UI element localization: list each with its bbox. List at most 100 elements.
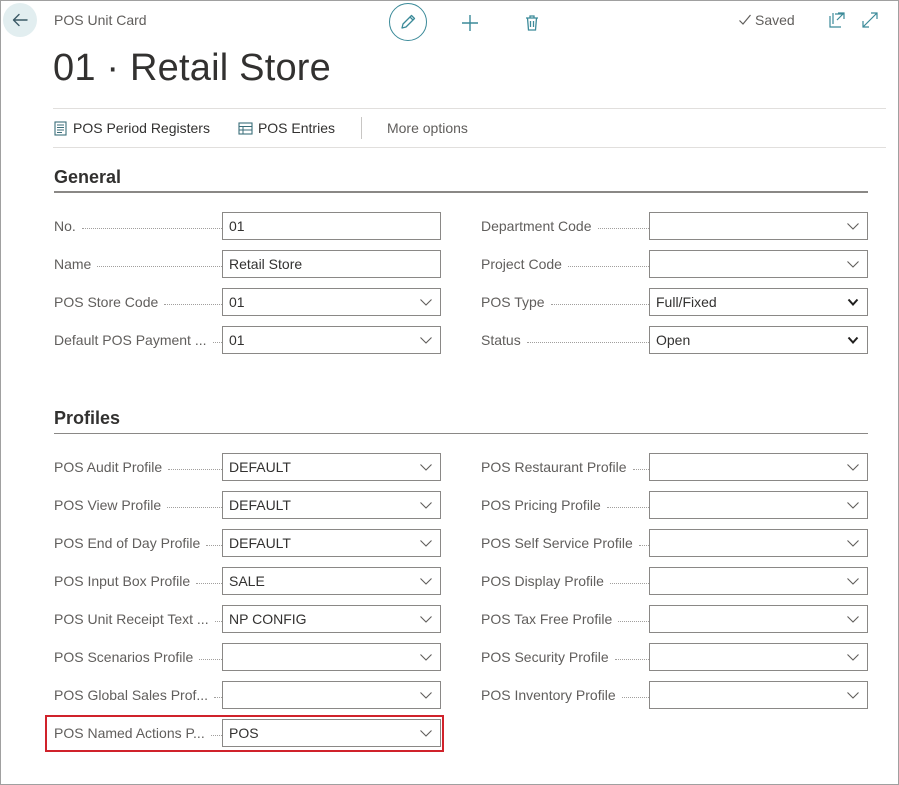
dropdown-button[interactable] — [839, 213, 867, 239]
profiles-section-title[interactable]: Profiles — [54, 408, 120, 429]
field-pos-unit-receipt-text: POS Unit Receipt Text ... NP CONFIG — [54, 605, 441, 633]
dropdown-button[interactable] — [412, 606, 440, 632]
label-leader-dots — [214, 696, 222, 698]
dropdown-button[interactable] — [839, 251, 867, 277]
pos-global-sales-prof-input[interactable] — [222, 681, 441, 709]
open-new-window-button[interactable] — [828, 11, 846, 29]
dropdown-button[interactable] — [412, 327, 440, 353]
actions-bar: POS Period Registers POS Entries More op… — [53, 108, 886, 148]
pos-store-code-input[interactable]: 01 — [222, 288, 441, 316]
field-label-text: POS Unit Receipt Text ... — [54, 611, 215, 627]
pos-pricing-profile-input[interactable] — [649, 491, 868, 519]
label-leader-dots — [609, 582, 649, 584]
pos-period-registers-action[interactable]: POS Period Registers — [53, 120, 210, 136]
field-label: Default POS Payment ... — [54, 326, 222, 354]
field-label: POS Input Box Profile — [54, 567, 222, 595]
chevron-down-icon — [847, 540, 859, 547]
department-code-input[interactable] — [649, 212, 868, 240]
project-code-input[interactable] — [649, 250, 868, 278]
dropdown-button[interactable] — [412, 682, 440, 708]
pos-display-profile-input[interactable] — [649, 567, 868, 595]
label-leader-dots — [621, 696, 649, 698]
field-pos-self-service-profile: POS Self Service Profile — [481, 529, 868, 557]
label-leader-dots — [212, 341, 222, 343]
field-label: POS Display Profile — [481, 567, 649, 595]
field-value: Open — [656, 332, 691, 348]
pos-restaurant-profile-input[interactable] — [649, 453, 868, 481]
default-pos-payment-input[interactable]: 01 — [222, 326, 441, 354]
pos-inventory-profile-input[interactable] — [649, 681, 868, 709]
no-input[interactable]: 01 — [222, 212, 441, 240]
field-pos-audit-profile: POS Audit Profile DEFAULT — [54, 453, 441, 481]
pos-tax-free-profile-input[interactable] — [649, 605, 868, 633]
label-leader-dots — [632, 468, 649, 470]
label-leader-dots — [164, 303, 222, 305]
dropdown-button[interactable] — [839, 644, 867, 670]
pos-unit-receipt-text-input[interactable]: NP CONFIG — [222, 605, 441, 633]
pos-input-box-profile-input[interactable]: SALE — [222, 567, 441, 595]
field-label: POS Audit Profile — [54, 453, 222, 481]
field-label: POS Self Service Profile — [481, 529, 649, 557]
dropdown-button[interactable] — [839, 530, 867, 556]
field-label-text: Status — [481, 332, 527, 348]
delete-button[interactable] — [521, 12, 543, 34]
chevron-down-icon — [847, 261, 859, 268]
profiles-section-divider — [54, 433, 868, 434]
pos-scenarios-profile-input[interactable] — [222, 643, 441, 671]
pos-audit-profile-input[interactable]: DEFAULT — [222, 453, 441, 481]
dropdown-button[interactable] — [412, 530, 440, 556]
field-label-text: Project Code — [481, 256, 568, 272]
chevron-down-icon — [420, 692, 432, 699]
expand-button[interactable] — [861, 11, 879, 29]
dropdown-button[interactable] — [839, 289, 867, 315]
field-label-text: No. — [54, 218, 82, 234]
dropdown-button[interactable] — [412, 454, 440, 480]
name-input[interactable]: Retail Store — [222, 250, 441, 278]
dropdown-button[interactable] — [839, 327, 867, 353]
pos-security-profile-input[interactable] — [649, 643, 868, 671]
new-button[interactable] — [459, 12, 481, 34]
chevron-down-icon — [420, 464, 432, 471]
field-label-text: POS Inventory Profile — [481, 687, 622, 703]
label-leader-dots — [550, 303, 649, 305]
dropdown-button[interactable] — [839, 492, 867, 518]
field-value: 01 — [229, 218, 245, 234]
dropdown-button[interactable] — [412, 568, 440, 594]
field-value: SALE — [229, 573, 265, 589]
dropdown-button[interactable] — [412, 492, 440, 518]
dropdown-button[interactable] — [839, 682, 867, 708]
field-pos-scenarios-profile: POS Scenarios Profile — [54, 643, 441, 671]
chevron-down-icon — [847, 223, 859, 230]
field-value: Full/Fixed — [656, 294, 717, 310]
dropdown-button[interactable] — [412, 289, 440, 315]
pos-view-profile-input[interactable]: DEFAULT — [222, 491, 441, 519]
general-section-title[interactable]: General — [54, 167, 121, 188]
field-label: POS Store Code — [54, 288, 222, 316]
label-leader-dots — [97, 265, 222, 267]
field-label-text: POS Audit Profile — [54, 459, 169, 475]
field-value: 01 — [229, 332, 245, 348]
field-value: DEFAULT — [229, 459, 291, 475]
pos-end-of-day-profile-input[interactable]: DEFAULT — [222, 529, 441, 557]
expand-icon — [862, 12, 878, 28]
label-leader-dots — [167, 506, 222, 508]
label-leader-dots — [597, 227, 649, 229]
back-button[interactable] — [3, 3, 37, 37]
dropdown-button[interactable] — [839, 568, 867, 594]
chevron-down-icon — [420, 578, 432, 585]
field-label: Name — [54, 250, 222, 278]
dropdown-button[interactable] — [839, 454, 867, 480]
status-input[interactable]: Open — [649, 326, 868, 354]
chevron-down-icon — [847, 502, 859, 509]
chevron-down-icon — [847, 298, 859, 306]
edit-button[interactable] — [389, 3, 427, 41]
pos-entries-action[interactable]: POS Entries — [238, 120, 335, 136]
dropdown-button[interactable] — [412, 644, 440, 670]
field-department-code: Department Code — [481, 212, 868, 240]
card-toolbar — [389, 3, 538, 41]
pos-self-service-profile-input[interactable] — [649, 529, 868, 557]
pos-type-input[interactable]: Full/Fixed — [649, 288, 868, 316]
checkmark-icon — [739, 14, 751, 25]
more-options-button[interactable]: More options — [387, 120, 468, 136]
dropdown-button[interactable] — [839, 606, 867, 632]
